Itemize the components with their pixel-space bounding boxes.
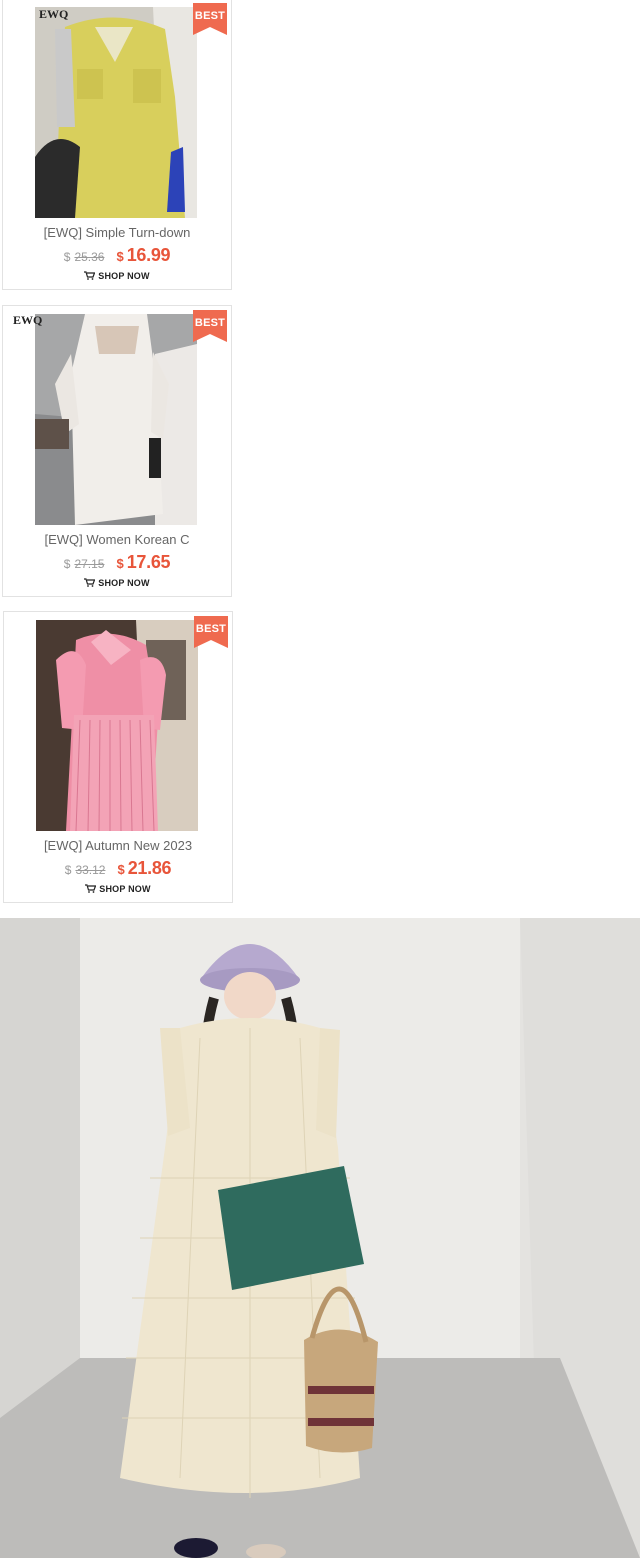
best-badge: BEST	[193, 310, 227, 342]
sale-price: 21.86	[127, 858, 172, 878]
product-image[interactable]	[35, 7, 197, 218]
product-card[interactable]: EWQ BEST [EWQ] Simple Turn-down $25.36 $1…	[2, 0, 232, 290]
brand-watermark: EWQ	[39, 7, 69, 21]
product-title[interactable]: [EWQ] Women Korean C	[3, 532, 231, 547]
price-row: $27.15 $17.65	[3, 552, 231, 573]
best-badge: BEST	[194, 616, 228, 648]
old-price: 27.15	[74, 557, 105, 571]
old-currency: $	[64, 863, 72, 877]
shop-now-label: SHOP NOW	[98, 271, 150, 281]
shop-now-button[interactable]: SHOP NOW	[4, 884, 232, 894]
brand-watermark: EWQ	[13, 313, 43, 327]
price-row: $33.12 $21.86	[4, 858, 232, 879]
shop-now-button[interactable]: SHOP NOW	[3, 578, 231, 588]
new-currency: $	[116, 249, 124, 264]
product-image[interactable]	[35, 314, 197, 525]
hero-product-photo	[0, 918, 640, 1558]
shop-now-label: SHOP NOW	[99, 884, 151, 894]
old-price: 33.12	[75, 863, 106, 877]
price-row: $25.36 $16.99	[3, 245, 231, 266]
shop-now-button[interactable]: SHOP NOW	[3, 271, 231, 281]
product-image[interactable]	[36, 620, 198, 831]
product-card[interactable]: BEST [EWQ] Autumn New 2023 $33.12 $21.86 …	[3, 611, 233, 903]
product-title[interactable]: [EWQ] Autumn New 2023	[4, 838, 232, 853]
old-currency: $	[63, 250, 71, 264]
new-currency: $	[117, 862, 125, 877]
cart-icon	[84, 578, 96, 587]
product-title[interactable]: [EWQ] Simple Turn-down	[3, 225, 231, 240]
old-price: 25.36	[74, 250, 105, 264]
old-currency: $	[63, 557, 71, 571]
cart-icon	[84, 271, 96, 280]
cart-icon	[85, 884, 97, 893]
best-badge: BEST	[193, 3, 227, 35]
sale-price: 17.65	[126, 552, 171, 572]
shop-now-label: SHOP NOW	[98, 578, 150, 588]
sale-price: 16.99	[126, 245, 171, 265]
new-currency: $	[116, 556, 124, 571]
product-card[interactable]: EWQ BEST [EWQ] Women Korean C $27.15 $17.…	[2, 305, 232, 597]
